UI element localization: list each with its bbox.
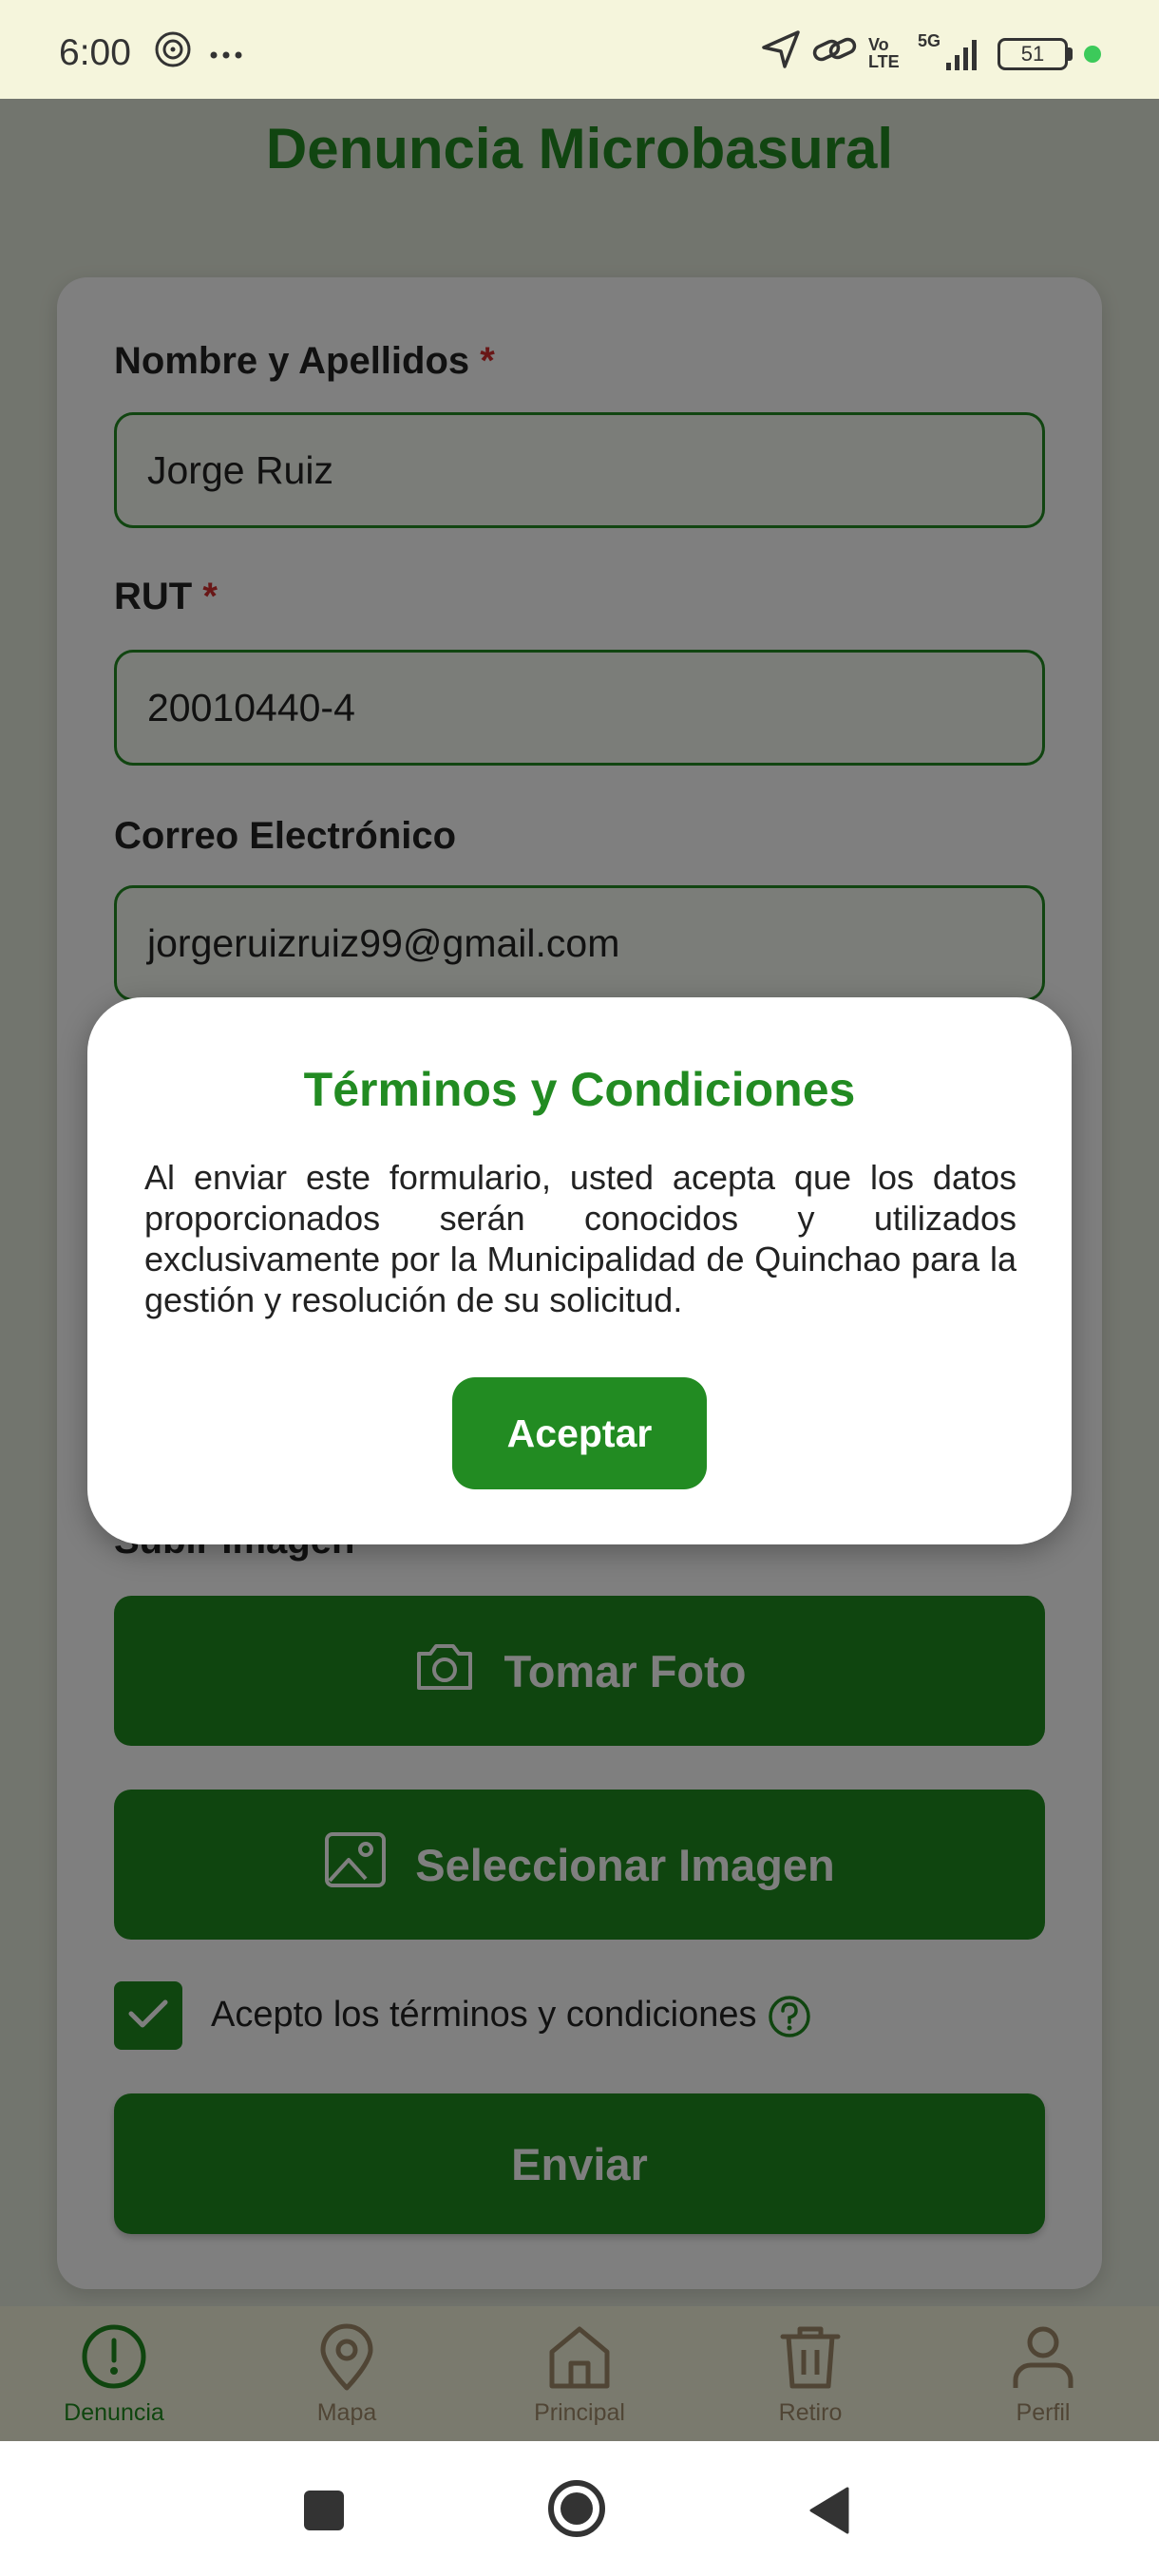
dialog-body: Al enviar este formulario, usted acepta … <box>144 1158 1016 1319</box>
battery-indicator: 51 <box>998 38 1068 70</box>
dialog-title: Términos y Condiciones <box>303 1063 856 1116</box>
terms-dialog: Términos y Condiciones Al enviar este fo… <box>87 997 1072 1544</box>
hotspot-icon <box>152 28 194 75</box>
home-button[interactable] <box>545 2477 608 2545</box>
privacy-dot <box>1084 46 1101 63</box>
location-icon <box>760 28 802 75</box>
link-icon <box>811 28 859 75</box>
volte-indicator: Vo LTE <box>868 35 900 71</box>
battery-level: 51 <box>1020 42 1045 66</box>
back-button[interactable] <box>808 2485 851 2541</box>
5g-indicator: 5G <box>918 31 941 50</box>
recents-button[interactable] <box>302 2489 346 2537</box>
accept-button[interactable]: Aceptar <box>452 1377 707 1489</box>
signal-icon <box>944 34 984 77</box>
more-icon <box>209 47 243 65</box>
system-nav-bar <box>0 2441 1159 2576</box>
status-time: 6:00 <box>59 32 131 73</box>
battery-tip <box>1068 47 1073 61</box>
status-bar: 6:00 Vo LTE 5G 51 <box>0 0 1159 99</box>
